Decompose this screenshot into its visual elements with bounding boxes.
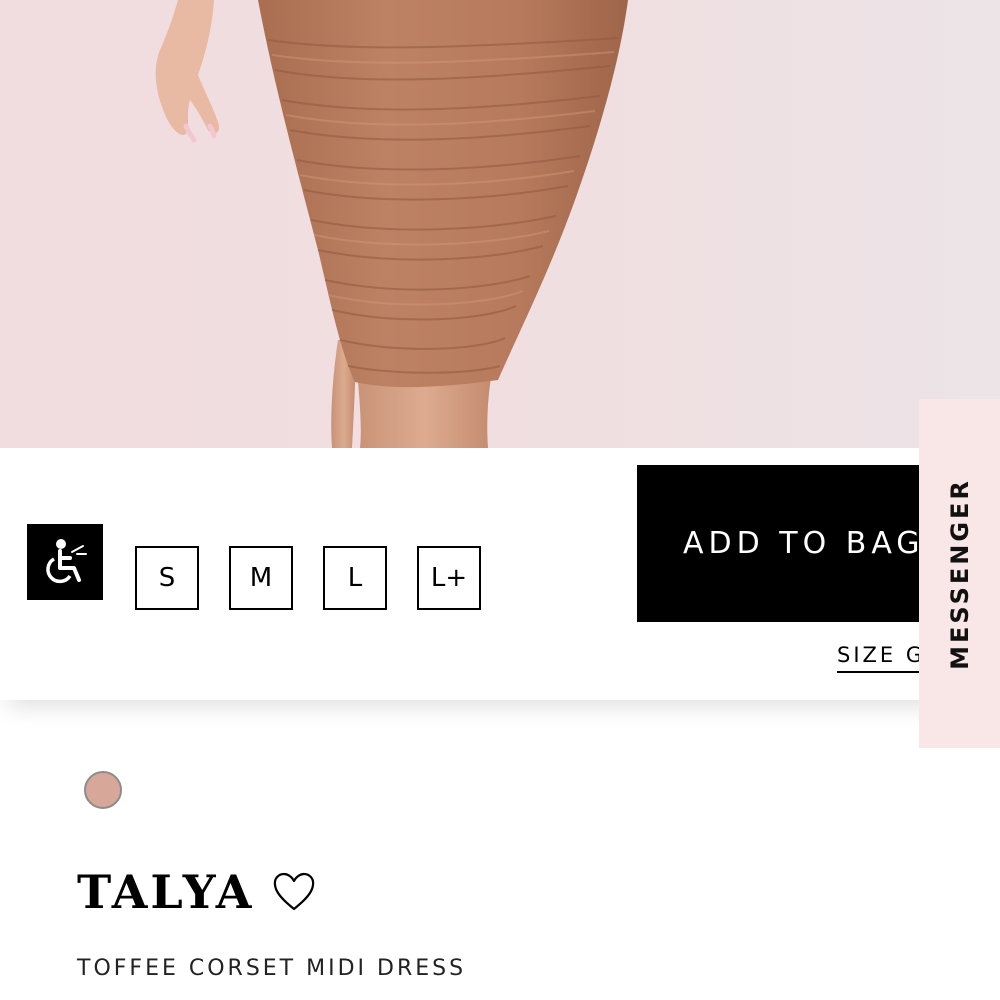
purchase-panel: S M L L+ ADD TO BAG SIZE GUIDE: [0, 448, 1000, 700]
color-swatch[interactable]: [84, 771, 122, 809]
product-page: S M L L+ ADD TO BAG SIZE GUIDE MESSENGER…: [0, 0, 1000, 1000]
size-option-m[interactable]: M: [229, 546, 293, 610]
accessibility-button-face[interactable]: [27, 524, 103, 600]
messenger-label: MESSENGER: [945, 477, 974, 670]
messenger-tab[interactable]: MESSENGER: [919, 399, 1000, 748]
product-title: TOFFEE CORSET MIDI DRESS: [77, 956, 467, 981]
accessibility-button[interactable]: [27, 524, 103, 600]
brand-name: TALYA: [77, 865, 255, 919]
size-option-s[interactable]: S: [135, 546, 199, 610]
wheelchair-icon: [46, 539, 87, 584]
product-image[interactable]: [0, 0, 1000, 448]
size-option-l[interactable]: L: [323, 546, 387, 610]
heart-icon[interactable]: [272, 872, 316, 912]
brand-row: TALYA: [77, 862, 316, 922]
size-option-l-plus[interactable]: L+: [417, 546, 481, 610]
add-to-bag-button[interactable]: ADD TO BAG: [637, 465, 967, 622]
